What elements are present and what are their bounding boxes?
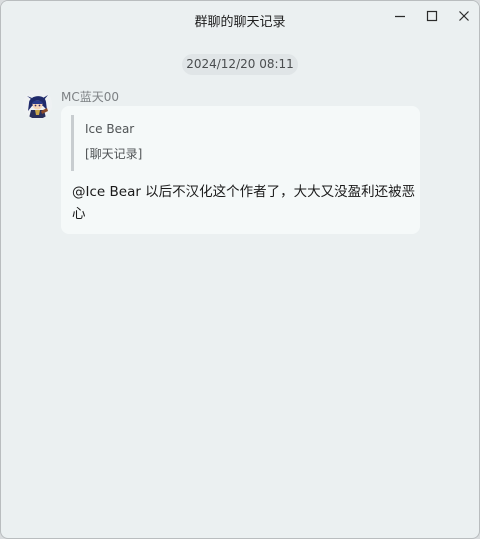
title-bar[interactable]: 群聊的聊天记录 [1, 1, 479, 39]
minimize-button[interactable] [385, 5, 415, 27]
avatar-character-icon [23, 90, 52, 119]
maximize-button[interactable] [417, 5, 447, 27]
close-button[interactable] [449, 5, 479, 27]
chat-history-window: 群聊的聊天记录 2024/12/20 08:11 MC蓝天00 Ice Bear… [0, 0, 480, 539]
quoted-author: Ice Bear [85, 122, 135, 136]
timestamp-divider: 2024/12/20 08:11 [182, 54, 298, 75]
sender-name[interactable]: MC蓝天00 [61, 88, 119, 105]
message-bubble[interactable]: Ice Bear [聊天记录] @Ice Bear 以后不汉化这个作者了，大大又… [61, 106, 420, 234]
maximize-icon [426, 10, 438, 22]
avatar[interactable] [23, 90, 52, 119]
quoted-message[interactable]: Ice Bear [聊天记录] [71, 115, 294, 171]
minimize-icon [395, 15, 405, 18]
message-text: @Ice Bear 以后不汉化这个作者了，大大又没盈利还被恶心 [72, 184, 416, 222]
close-icon [459, 11, 469, 21]
quoted-text: [聊天记录] [85, 147, 143, 161]
